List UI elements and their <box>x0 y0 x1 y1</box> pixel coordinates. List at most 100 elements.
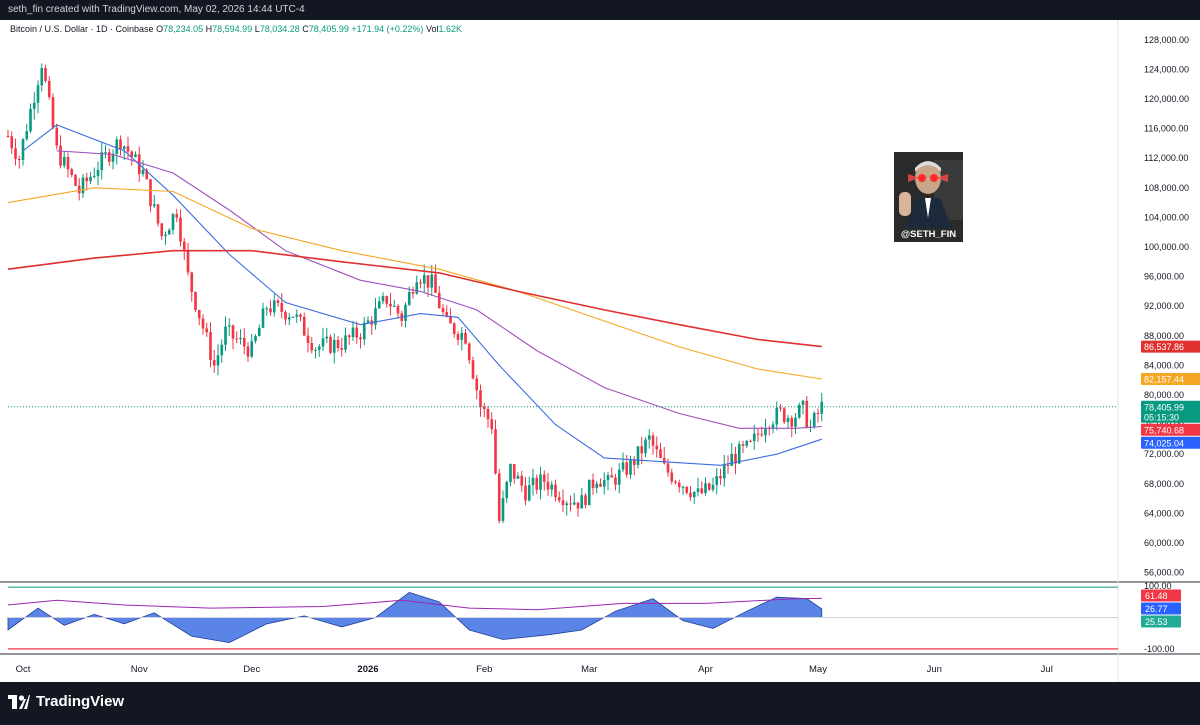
candle-body[interactable] <box>561 500 565 506</box>
candle-body[interactable] <box>141 169 145 175</box>
candle-body[interactable] <box>104 152 107 154</box>
candle-body[interactable] <box>591 479 595 489</box>
candle-body[interactable] <box>452 323 456 335</box>
candle-body[interactable] <box>490 419 494 430</box>
candle-body[interactable] <box>677 482 681 488</box>
candle-body[interactable] <box>359 337 362 340</box>
candle-body[interactable] <box>460 332 464 340</box>
candle-body[interactable] <box>445 312 449 317</box>
candle-body[interactable] <box>606 475 610 481</box>
candle-body[interactable] <box>617 469 621 485</box>
candle-body[interactable] <box>246 346 250 357</box>
candle-body[interactable] <box>212 360 216 366</box>
candle-body[interactable] <box>674 481 677 483</box>
candle-body[interactable] <box>126 146 130 152</box>
symbol-name[interactable]: Bitcoin / U.S. Dollar · 1D · Coinbase <box>10 24 154 34</box>
candle-body[interactable] <box>505 481 509 499</box>
candle-body[interactable] <box>426 275 430 288</box>
candle-body[interactable] <box>332 339 336 353</box>
candle-body[interactable] <box>362 322 366 340</box>
candle-body[interactable] <box>794 417 797 427</box>
candle-body[interactable] <box>254 336 257 342</box>
candle-body[interactable] <box>775 407 779 425</box>
candle-body[interactable] <box>722 464 726 479</box>
candle-body[interactable] <box>377 301 381 309</box>
candle-body[interactable] <box>265 308 269 310</box>
candle-body[interactable] <box>816 413 820 415</box>
candle-body[interactable] <box>407 292 411 305</box>
candle-body[interactable] <box>70 169 74 175</box>
candle-body[interactable] <box>610 475 614 478</box>
candle-body[interactable] <box>666 463 670 473</box>
candle-body[interactable] <box>231 325 235 339</box>
candle-body[interactable] <box>329 336 332 353</box>
candle-body[interactable] <box>115 139 119 154</box>
candle-body[interactable] <box>812 413 816 427</box>
candle-body[interactable] <box>602 480 606 487</box>
candle-body[interactable] <box>704 483 707 494</box>
candle-body[interactable] <box>6 136 10 137</box>
candle-body[interactable] <box>801 400 805 406</box>
candle-body[interactable] <box>696 488 700 492</box>
candle-body[interactable] <box>415 282 419 294</box>
candle-body[interactable] <box>779 407 782 409</box>
candle-body[interactable] <box>269 308 272 313</box>
candle-body[interactable] <box>749 440 752 442</box>
candle-body[interactable] <box>715 476 719 485</box>
candle-body[interactable] <box>670 472 674 482</box>
candle-body[interactable] <box>302 316 306 336</box>
candle-body[interactable] <box>471 360 475 379</box>
candle-body[interactable] <box>651 435 655 446</box>
candle-body[interactable] <box>310 342 314 351</box>
candle-body[interactable] <box>59 145 62 166</box>
candle-body[interactable] <box>546 481 550 490</box>
candle-body[interactable] <box>77 185 81 194</box>
candle-body[interactable] <box>216 355 220 366</box>
candle-body[interactable] <box>539 474 542 490</box>
candle-body[interactable] <box>584 495 587 506</box>
candle-body[interactable] <box>209 332 212 361</box>
candle-body[interactable] <box>764 427 767 436</box>
candle-body[interactable] <box>621 462 625 470</box>
candle-body[interactable] <box>314 349 317 351</box>
candle-body[interactable] <box>317 346 321 350</box>
candle-body[interactable] <box>32 102 36 109</box>
candle-body[interactable] <box>119 139 122 150</box>
candle-body[interactable] <box>497 473 501 521</box>
candle-body[interactable] <box>737 444 741 464</box>
candle-body[interactable] <box>239 337 242 339</box>
candle-body[interactable] <box>14 148 17 159</box>
candle-body[interactable] <box>741 444 745 446</box>
candle-body[interactable] <box>625 462 629 475</box>
candle-body[interactable] <box>501 498 505 521</box>
candle-body[interactable] <box>224 326 227 345</box>
candle-body[interactable] <box>242 337 246 347</box>
candle-body[interactable] <box>100 152 104 171</box>
candle-body[interactable] <box>576 502 580 509</box>
candle-body[interactable] <box>565 503 569 506</box>
candle-body[interactable] <box>36 85 40 103</box>
candle-body[interactable] <box>550 484 554 490</box>
candle-body[interactable] <box>284 312 287 320</box>
candle-body[interactable] <box>179 217 182 242</box>
candle-body[interactable] <box>786 417 790 422</box>
candle-body[interactable] <box>134 154 137 157</box>
candle-body[interactable] <box>257 327 261 337</box>
candle-body[interactable] <box>182 241 186 250</box>
candle-body[interactable] <box>381 296 385 302</box>
candle-body[interactable] <box>74 174 77 186</box>
candle-body[interactable] <box>227 325 231 327</box>
candle-body[interactable] <box>336 339 340 349</box>
candle-body[interactable] <box>197 309 201 319</box>
candle-body[interactable] <box>167 229 171 235</box>
candle-body[interactable] <box>51 97 55 128</box>
candle-body[interactable] <box>396 305 400 314</box>
candle-body[interactable] <box>325 336 329 339</box>
candle-body[interactable] <box>509 464 512 482</box>
candle-body[interactable] <box>347 335 351 338</box>
candle-body[interactable] <box>456 334 460 340</box>
candle-body[interactable] <box>512 464 516 479</box>
candle-body[interactable] <box>25 131 29 140</box>
candle-body[interactable] <box>17 158 21 160</box>
candle-body[interactable] <box>96 170 100 176</box>
